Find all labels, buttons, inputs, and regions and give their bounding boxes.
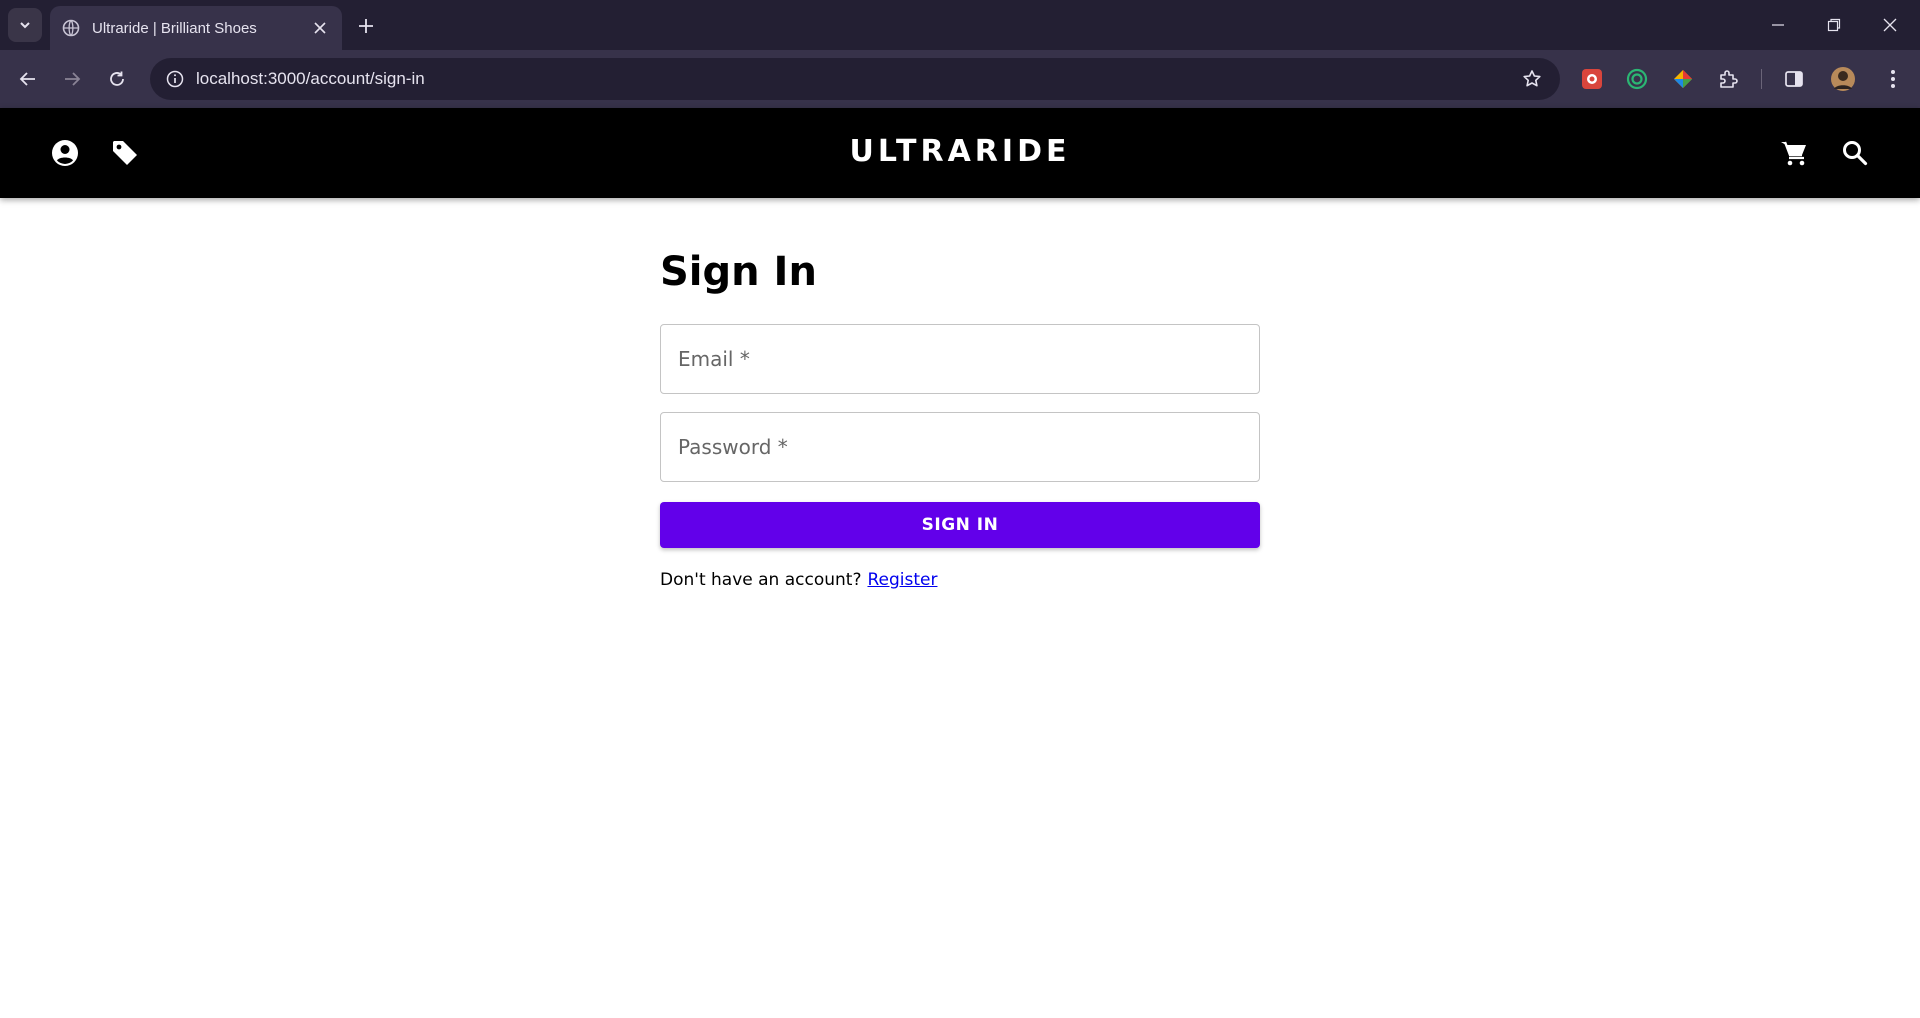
search-icon[interactable] bbox=[1838, 136, 1872, 170]
back-button[interactable] bbox=[10, 61, 46, 97]
email-field[interactable]: Email * bbox=[660, 324, 1260, 394]
chevron-down-icon bbox=[20, 22, 30, 29]
browser-tab-bar: Ultraride | Brilliant Shoes bbox=[0, 0, 1920, 50]
browser-tab-active[interactable]: Ultraride | Brilliant Shoes bbox=[50, 6, 342, 50]
plus-icon bbox=[359, 19, 373, 33]
new-tab-button[interactable] bbox=[352, 12, 380, 40]
tab-title: Ultraride | Brilliant Shoes bbox=[92, 19, 257, 37]
extension-target-icon[interactable] bbox=[1623, 65, 1651, 93]
site-info-icon[interactable] bbox=[160, 64, 190, 94]
tab-close-icon[interactable] bbox=[310, 18, 330, 38]
minimize-button[interactable] bbox=[1750, 0, 1806, 50]
extension-color-icon[interactable] bbox=[1669, 65, 1697, 93]
arrow-left-icon bbox=[19, 72, 35, 86]
brand-text[interactable]: ULTRARIDE bbox=[850, 134, 1071, 169]
close-icon bbox=[1883, 18, 1897, 32]
tag-icon[interactable] bbox=[108, 136, 142, 170]
tab-list-button[interactable] bbox=[8, 8, 42, 42]
page-title: Sign In bbox=[660, 249, 817, 295]
toolbar-divider bbox=[1761, 69, 1762, 89]
arrow-right-icon bbox=[65, 72, 81, 86]
browser-toolbar: localhost:3000/account/sign-in bbox=[0, 50, 1920, 108]
address-bar[interactable]: localhost:3000/account/sign-in bbox=[150, 58, 1560, 100]
register-link[interactable]: Register bbox=[867, 570, 937, 590]
register-prompt-text: Don't have an account? bbox=[660, 570, 862, 590]
globe-icon bbox=[62, 19, 80, 37]
side-panel-icon[interactable] bbox=[1780, 65, 1808, 93]
restore-icon bbox=[1827, 18, 1841, 32]
signin-form: Sign In Email * Password * SIGN IN Don't… bbox=[660, 240, 1260, 590]
cart-icon[interactable] bbox=[1777, 136, 1811, 170]
forward-button[interactable] bbox=[54, 61, 90, 97]
profile-avatar[interactable] bbox=[1829, 65, 1857, 93]
url-text[interactable]: localhost:3000/account/sign-in bbox=[196, 69, 1514, 89]
browser-menu-icon[interactable] bbox=[1879, 65, 1907, 93]
reload-icon bbox=[110, 71, 124, 86]
email-input[interactable] bbox=[661, 325, 1259, 393]
register-prompt: Don't have an account? Register bbox=[660, 570, 1260, 590]
reload-button[interactable] bbox=[99, 61, 135, 97]
minimize-icon bbox=[1772, 24, 1784, 26]
bookmark-star-icon[interactable] bbox=[1514, 61, 1550, 97]
sign-in-button[interactable]: SIGN IN bbox=[660, 502, 1260, 548]
restore-button[interactable] bbox=[1806, 0, 1862, 50]
extensions-puzzle-icon[interactable] bbox=[1714, 65, 1742, 93]
extension-red-icon[interactable] bbox=[1578, 65, 1606, 93]
account-icon[interactable] bbox=[48, 136, 82, 170]
password-input[interactable] bbox=[661, 413, 1259, 481]
password-field[interactable]: Password * bbox=[660, 412, 1260, 482]
site-logo: ULTRARIDE bbox=[0, 134, 1920, 169]
close-window-button[interactable] bbox=[1862, 0, 1918, 50]
site-header: ULTRARIDE bbox=[0, 108, 1920, 198]
